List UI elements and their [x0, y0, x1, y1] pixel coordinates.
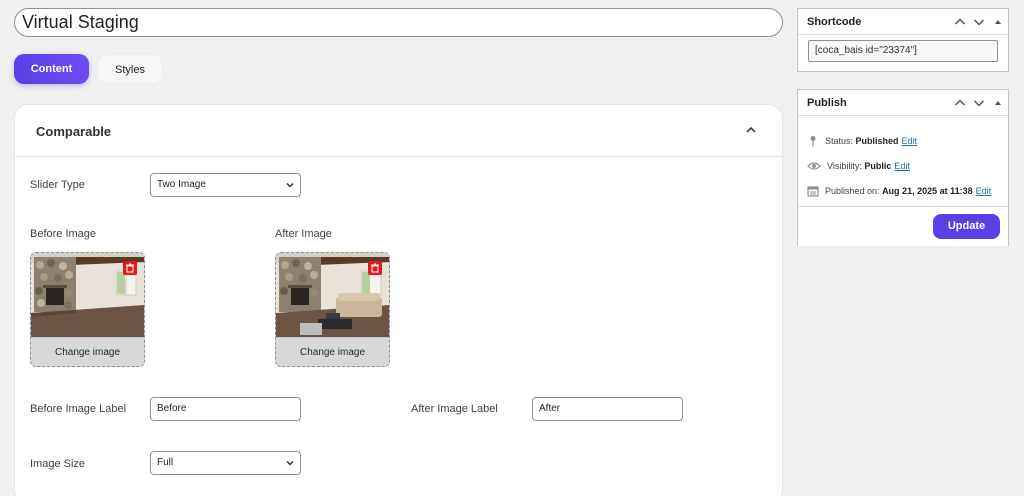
published-on-value: Aug 21, 2025 at 11:38 — [882, 186, 973, 196]
status-value: Published — [855, 136, 899, 146]
chevron-up-icon[interactable] — [953, 96, 967, 110]
before-change-image-button[interactable]: Change image — [31, 337, 144, 366]
shortcode-title: Shortcode — [807, 16, 862, 28]
caret-up-icon[interactable] — [991, 15, 1005, 29]
before-image-label: Before Image — [30, 228, 97, 240]
chevron-up-icon[interactable] — [744, 123, 758, 137]
tab-content[interactable]: Content — [14, 54, 89, 84]
publish-title: Publish — [807, 97, 847, 109]
edit-visibility-link[interactable]: Edit — [894, 161, 910, 171]
image-size-select[interactable]: Full — [150, 451, 301, 475]
shortcode-input[interactable]: [coca_bais id="23374"] — [808, 40, 998, 62]
comparable-panel: Comparable Slider Type Two Image Before … — [14, 104, 783, 496]
status-label: Status: — [825, 136, 854, 146]
eye-icon — [807, 162, 821, 170]
visibility-row: Visibility: Public Edit — [807, 160, 910, 172]
chevron-down-icon — [286, 461, 294, 466]
chevron-down-icon — [286, 183, 294, 188]
tab-styles[interactable]: Styles — [97, 54, 163, 84]
slider-type-select[interactable]: Two Image — [150, 173, 301, 197]
caret-up-icon[interactable] — [991, 96, 1005, 110]
calendar-icon — [807, 186, 819, 197]
panel-header[interactable]: Comparable — [15, 105, 782, 157]
edit-status-link[interactable]: Edit — [902, 136, 918, 146]
before-image-box[interactable]: Change image — [30, 252, 145, 367]
update-button[interactable]: Update — [933, 214, 1000, 239]
trash-icon[interactable] — [123, 261, 137, 275]
visibility-label: Visibility: — [827, 161, 862, 171]
publish-box-header: Publish — [798, 90, 1008, 116]
published-on-row: Published on: Aug 21, 2025 at 11:38 Edit — [807, 185, 991, 197]
post-title-input[interactable]: Virtual Staging — [14, 8, 783, 37]
status-row: Status: Published Edit — [807, 135, 917, 147]
image-size-value: Full — [157, 457, 174, 468]
panel-title: Comparable — [36, 124, 112, 139]
chevron-down-icon[interactable] — [972, 96, 986, 110]
before-image-label-input[interactable]: Before — [150, 397, 301, 421]
edit-date-link[interactable]: Edit — [976, 186, 992, 196]
shortcode-box: Shortcode [coca_bais id="23374"] — [797, 8, 1009, 72]
pin-icon — [810, 136, 816, 147]
publish-box: Publish Status: Published Edit Visibility… — [797, 89, 1009, 246]
trash-icon[interactable] — [368, 261, 382, 275]
after-image-label-label: After Image Label — [411, 403, 498, 415]
published-on-label: Published on: — [825, 186, 880, 196]
after-image-label-input[interactable]: After — [532, 397, 683, 421]
chevron-up-icon[interactable] — [953, 15, 967, 29]
after-change-image-button[interactable]: Change image — [276, 337, 389, 366]
publish-footer: Update — [798, 206, 1008, 246]
slider-type-value: Two Image — [157, 179, 206, 190]
before-image-label-label: Before Image Label — [30, 403, 127, 415]
slider-type-label: Slider Type — [30, 179, 85, 191]
image-size-label: Image Size — [30, 458, 86, 470]
after-image-label: After Image — [275, 228, 332, 240]
visibility-value: Public — [864, 161, 892, 171]
shortcode-box-header: Shortcode — [798, 9, 1008, 35]
after-image-box[interactable]: Change image — [275, 252, 390, 367]
chevron-down-icon[interactable] — [972, 15, 986, 29]
